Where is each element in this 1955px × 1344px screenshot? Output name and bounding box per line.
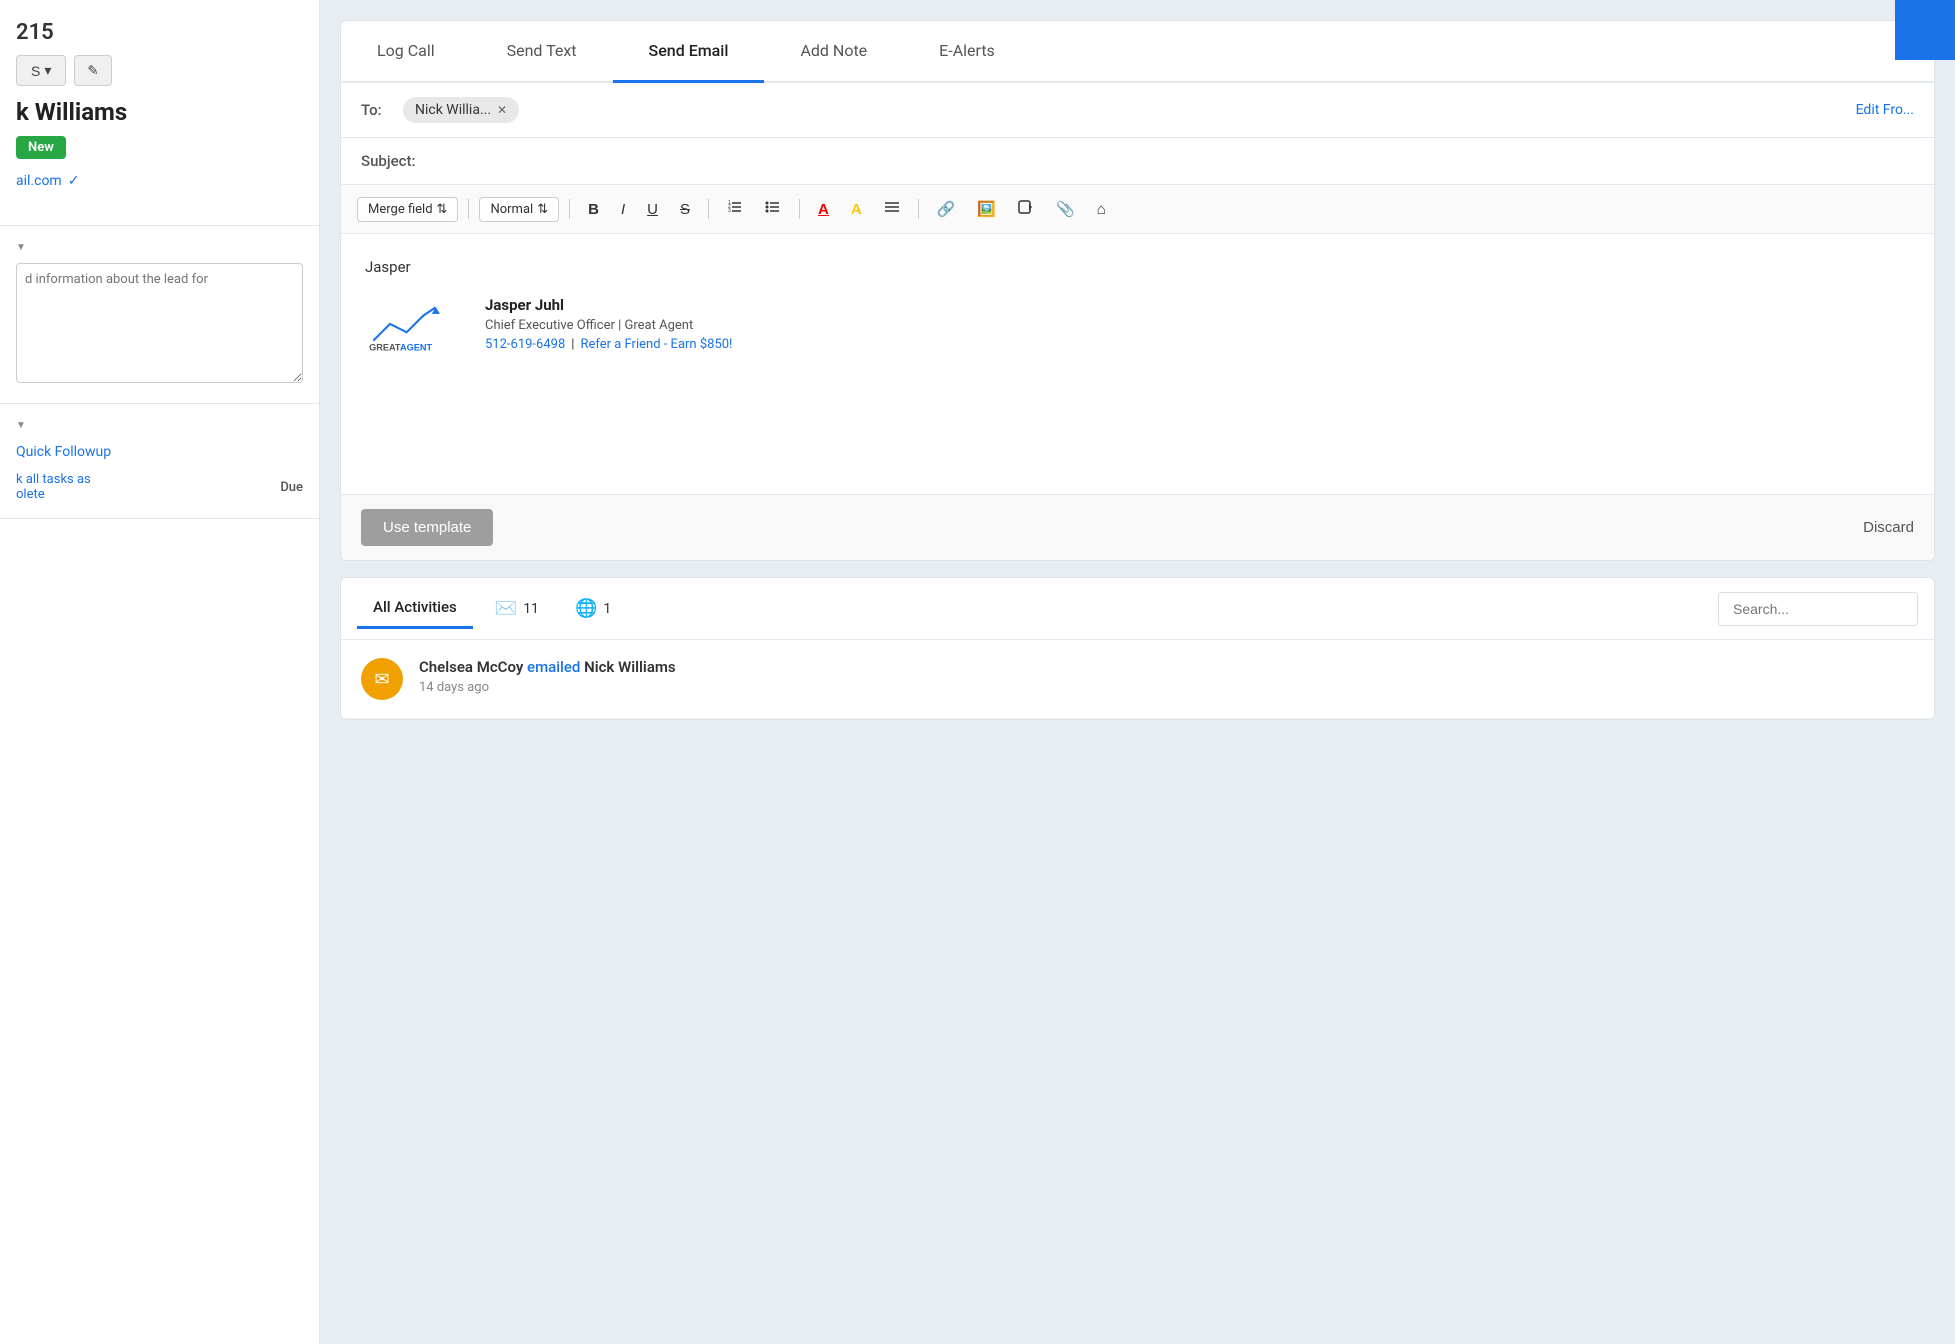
- toolbar-divider-3: [708, 199, 709, 219]
- tasks-row: k all tasks as olete Due: [16, 472, 303, 502]
- activity-content: Chelsea McCoy emailed Nick Williams 14 d…: [419, 658, 1914, 695]
- merge-field-select[interactable]: Merge field ⇅: [357, 197, 458, 222]
- all-activities-tab[interactable]: All Activities: [357, 588, 473, 629]
- font-style-select[interactable]: Normal ⇅: [479, 197, 559, 222]
- editor-greeting: Jasper: [365, 258, 1910, 276]
- globe-icon: 🌐: [575, 598, 597, 619]
- signature-info: Jasper Juhl Chief Executive Officer | Gr…: [485, 296, 732, 352]
- activities-panel: All Activities ✉️ 11 🌐 1 ✉: [340, 577, 1935, 720]
- s-button[interactable]: S ▾: [16, 55, 66, 86]
- recipient-chip: Nick Willia... ✕: [403, 97, 519, 123]
- toolbar-divider-5: [918, 199, 919, 219]
- logo-block: GREAT AGENT: [365, 296, 465, 356]
- align-button[interactable]: [876, 195, 908, 223]
- subject-label: Subject:: [361, 152, 426, 170]
- sidebar-id: 215: [16, 20, 303, 45]
- highlight-button[interactable]: A: [843, 197, 870, 222]
- chevron-icon: ⇅: [437, 202, 448, 217]
- tab-e-alerts[interactable]: E-Alerts: [903, 21, 1031, 83]
- remove-recipient-button[interactable]: ✕: [497, 103, 507, 117]
- chevron-down-icon-2: ▼: [16, 420, 26, 431]
- activity-title: Chelsea McCoy emailed Nick Williams: [419, 658, 1914, 676]
- due-label: Due: [280, 480, 303, 495]
- unordered-list-button[interactable]: [757, 195, 789, 223]
- subject-row: Subject:: [341, 138, 1934, 185]
- edit-icon: ✎: [87, 63, 98, 78]
- font-color-button[interactable]: A: [810, 197, 837, 222]
- sig-refer-link[interactable]: Refer a Friend - Earn $850!: [580, 337, 732, 352]
- tab-bar: Log Call Send Text Send Email Add Note E…: [341, 21, 1934, 83]
- video-button[interactable]: [1010, 195, 1042, 223]
- to-label: To:: [361, 101, 391, 119]
- sidebar-top-section: 215 S ▾ ✎ k Williams New ail.com ✓: [0, 0, 319, 226]
- tab-send-email[interactable]: Send Email: [613, 21, 765, 83]
- contact-name: k Williams: [16, 98, 303, 126]
- underline-button[interactable]: U: [639, 197, 666, 222]
- top-right-button[interactable]: [1895, 0, 1955, 60]
- subject-input[interactable]: [438, 152, 1914, 170]
- sig-phone[interactable]: 512-619-6498: [485, 337, 565, 352]
- activity-time: 14 days ago: [419, 680, 1914, 695]
- toolbar-divider-1: [468, 199, 469, 219]
- toolbar-divider-2: [569, 199, 570, 219]
- followup-section: ▼ Quick Followup k all tasks as olete Du…: [0, 404, 319, 519]
- email-badge-count: 11: [523, 601, 539, 617]
- email-icon: ✉: [374, 669, 389, 690]
- contact-email: ail.com ✓: [16, 173, 303, 189]
- to-row: To: Nick Willia... ✕ Edit Fro...: [341, 83, 1934, 138]
- use-template-button[interactable]: Use template: [361, 509, 493, 546]
- sidebar-actions: S ▾ ✎: [16, 55, 303, 86]
- info-section-header: ▼: [16, 242, 303, 253]
- recipient-name: Nick Willia...: [415, 102, 491, 118]
- activity-item: ✉ Chelsea McCoy emailed Nick Williams 14…: [341, 640, 1934, 719]
- compose-panel: Log Call Send Text Send Email Add Note E…: [340, 20, 1935, 561]
- chevron-icon-2: ⇅: [537, 202, 548, 217]
- italic-button[interactable]: I: [613, 197, 633, 222]
- sig-title: Chief Executive Officer | Great Agent: [485, 318, 732, 333]
- globe-activity-badge[interactable]: 🌐 1: [561, 590, 625, 627]
- followup-section-header: ▼: [16, 420, 303, 431]
- editor-body[interactable]: Jasper GREAT AGENT: [341, 234, 1934, 494]
- tab-add-note[interactable]: Add Note: [764, 21, 903, 83]
- image-button[interactable]: 🖼️: [969, 196, 1004, 222]
- globe-badge-count: 1: [603, 601, 611, 617]
- sidebar: 215 S ▾ ✎ k Williams New ail.com ✓ ▼: [0, 0, 320, 1344]
- email-icon: ✉️: [495, 598, 517, 619]
- great-agent-logo: GREAT AGENT: [365, 296, 465, 356]
- activities-header: All Activities ✉️ 11 🌐 1: [341, 578, 1934, 640]
- edit-from-link[interactable]: Edit Fro...: [1856, 102, 1914, 118]
- bold-button[interactable]: B: [580, 197, 607, 222]
- status-badge: New: [16, 136, 66, 159]
- toolbar-divider-4: [799, 199, 800, 219]
- check-icon: ✓: [68, 173, 80, 189]
- activity-list: ✉ Chelsea McCoy emailed Nick Williams 14…: [341, 640, 1934, 719]
- strikethrough-button[interactable]: S: [672, 197, 698, 222]
- home-button[interactable]: ⌂: [1089, 197, 1114, 222]
- edit-button[interactable]: ✎: [74, 55, 111, 86]
- tab-send-text[interactable]: Send Text: [471, 21, 613, 83]
- signature-block: GREAT AGENT Jasper Juhl Chief Executive …: [365, 296, 1910, 356]
- chevron-down-icon: ▼: [16, 242, 26, 253]
- avatar: ✉: [361, 658, 403, 700]
- info-section: ▼: [0, 226, 319, 404]
- svg-text:3: 3: [728, 208, 731, 214]
- quick-followup-link[interactable]: Quick Followup: [16, 444, 111, 460]
- compose-footer: Use template Discard: [341, 494, 1934, 560]
- editor-toolbar: Merge field ⇅ Normal ⇅ B I U S 123: [341, 185, 1934, 234]
- tasks-link[interactable]: k all tasks as olete: [16, 472, 91, 502]
- discard-button[interactable]: Discard: [1863, 519, 1914, 536]
- tab-log-call[interactable]: Log Call: [341, 21, 471, 83]
- chevron-down-icon: ▾: [44, 62, 51, 79]
- email-activity-badge[interactable]: ✉️ 11: [481, 590, 553, 627]
- svg-text:GREAT: GREAT: [369, 343, 401, 353]
- attachment-button[interactable]: 📎: [1048, 196, 1083, 222]
- sig-links: 512-619-6498 | Refer a Friend - Earn $85…: [485, 337, 732, 352]
- lead-info-textarea[interactable]: [16, 263, 303, 383]
- activities-search-input[interactable]: [1718, 592, 1918, 626]
- svg-text:AGENT: AGENT: [400, 343, 432, 353]
- link-button[interactable]: 🔗: [929, 196, 964, 222]
- main-content: Log Call Send Text Send Email Add Note E…: [320, 0, 1955, 1344]
- sig-name: Jasper Juhl: [485, 296, 732, 314]
- ordered-list-button[interactable]: 123: [719, 195, 751, 223]
